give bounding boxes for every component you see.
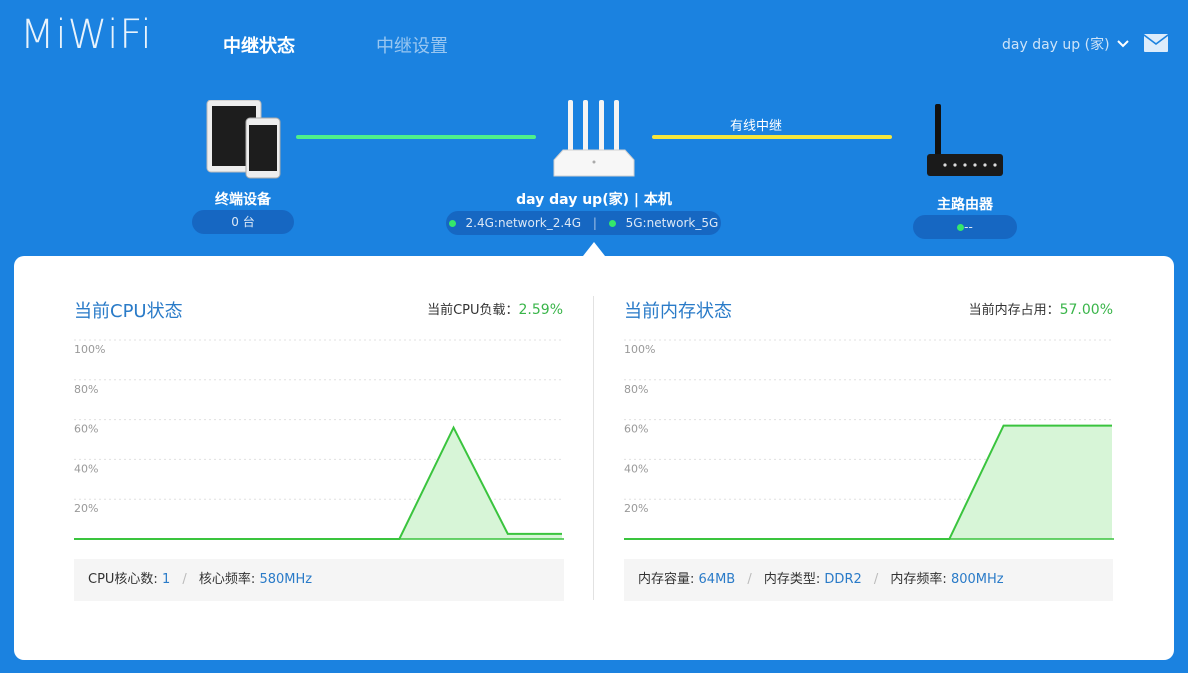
band-5-status-dot [608, 220, 616, 227]
memory-panel-title: 当前内存状态 [624, 301, 732, 322]
cpu-load-label: 当前CPU负载： [427, 303, 519, 318]
repeater-band-badge[interactable]: 2.4G:network_2.4G | 5G:network_5G [446, 211, 721, 235]
memory-usage-label: 当前内存占用： [968, 303, 1060, 318]
memory-y-tick-label: 40% [624, 462, 648, 475]
cpu-y-tick-label: 80% [74, 383, 98, 396]
cpu-y-tick-label: 40% [74, 462, 98, 475]
band-24-ssid: 2.4G:network_2.4G [465, 216, 582, 230]
panel-divider [593, 296, 594, 600]
cpu-info-bar: CPU核心数: 1 / 核心频率: 580MHz [74, 559, 564, 601]
memory-usage-stat: 当前内存占用：57.00% [913, 299, 1113, 318]
cpu-chart-svg: 20% 40% 60% 80% 100% [74, 339, 564, 540]
memory-capacity-value: 64MB [698, 572, 736, 587]
memory-capacity-label: 内存容量: [638, 572, 695, 587]
memory-usage-value: 57.00% [1059, 302, 1113, 318]
tab-relay-settings[interactable]: 中继设置 [376, 32, 448, 58]
cpu-chart: 20% 40% 60% 80% 100% [74, 336, 564, 542]
wired-link-line [652, 135, 892, 139]
tab-relay-status[interactable]: 中继状态 [223, 32, 295, 58]
repeater-label: day day up(家) | 本机 [516, 192, 672, 208]
devices-label: 终端设备 [215, 192, 271, 208]
band-24-status-dot [448, 220, 456, 227]
cpu-cores-value: 1 [161, 572, 171, 587]
cpu-y-tick-label: 60% [74, 423, 98, 436]
cpu-y-tick-label: 100% [74, 343, 105, 356]
info-separator: / [182, 572, 187, 587]
info-separator: / [747, 572, 752, 587]
cpu-area-fill [74, 427, 562, 539]
card-pointer [583, 242, 605, 256]
chevron-down-icon [1116, 40, 1129, 48]
cpu-load-value: 2.59% [518, 302, 563, 318]
cpu-cores-label: CPU核心数: [88, 572, 158, 587]
memory-y-tick-label: 80% [624, 383, 648, 396]
memory-y-tick-label: 20% [624, 502, 648, 515]
main-router-icon [927, 104, 1003, 176]
miwifi-logo: MiWiFi [20, 12, 153, 58]
mail-icon[interactable] [1144, 34, 1168, 52]
main-router-label: 主路由器 [937, 197, 993, 213]
memory-type-value: DDR2 [824, 572, 862, 587]
wifi-link-line [296, 135, 536, 139]
memory-type-label: 内存类型: [763, 572, 821, 587]
cpu-freq-value: 580MHz [259, 572, 313, 587]
info-separator: / [873, 572, 879, 587]
cpu-freq-label: 核心频率: [198, 572, 256, 587]
wired-relay-label: 有线中继 [730, 119, 783, 134]
memory-info-bar: 内存容量: 64MB / 内存类型: DDR2 / 内存频率: 800MHz [624, 559, 1113, 601]
user-name: day day up (家) [1002, 37, 1110, 53]
memory-y-tick-label: 60% [624, 423, 648, 436]
cpu-panel-title: 当前CPU状态 [74, 301, 183, 322]
memory-area-fill [624, 425, 1112, 539]
memory-chart-svg: 20% 40% 60% 80% 100% [624, 339, 1114, 540]
cpu-y-tick-label: 20% [74, 502, 98, 515]
user-menu[interactable]: day day up (家) [1002, 34, 1130, 54]
band-5-ssid: 5G:network_5G [625, 216, 719, 230]
devices-count-badge[interactable]: 0 台 [192, 210, 294, 234]
devices-icon [206, 100, 281, 179]
memory-chart: 20% 40% 60% 80% 100% [624, 336, 1114, 542]
main-router-status: -- [964, 220, 973, 234]
memory-freq-label: 内存频率: [890, 572, 947, 587]
main-router-status-badge[interactable]: -- [913, 215, 1017, 239]
cpu-load-stat: 当前CPU负载：2.59% [364, 299, 563, 318]
memory-y-tick-label: 100% [624, 343, 655, 356]
band-separator: | [592, 216, 597, 230]
memory-freq-value: 800MHz [950, 572, 1004, 587]
repeater-router-icon [553, 100, 635, 177]
